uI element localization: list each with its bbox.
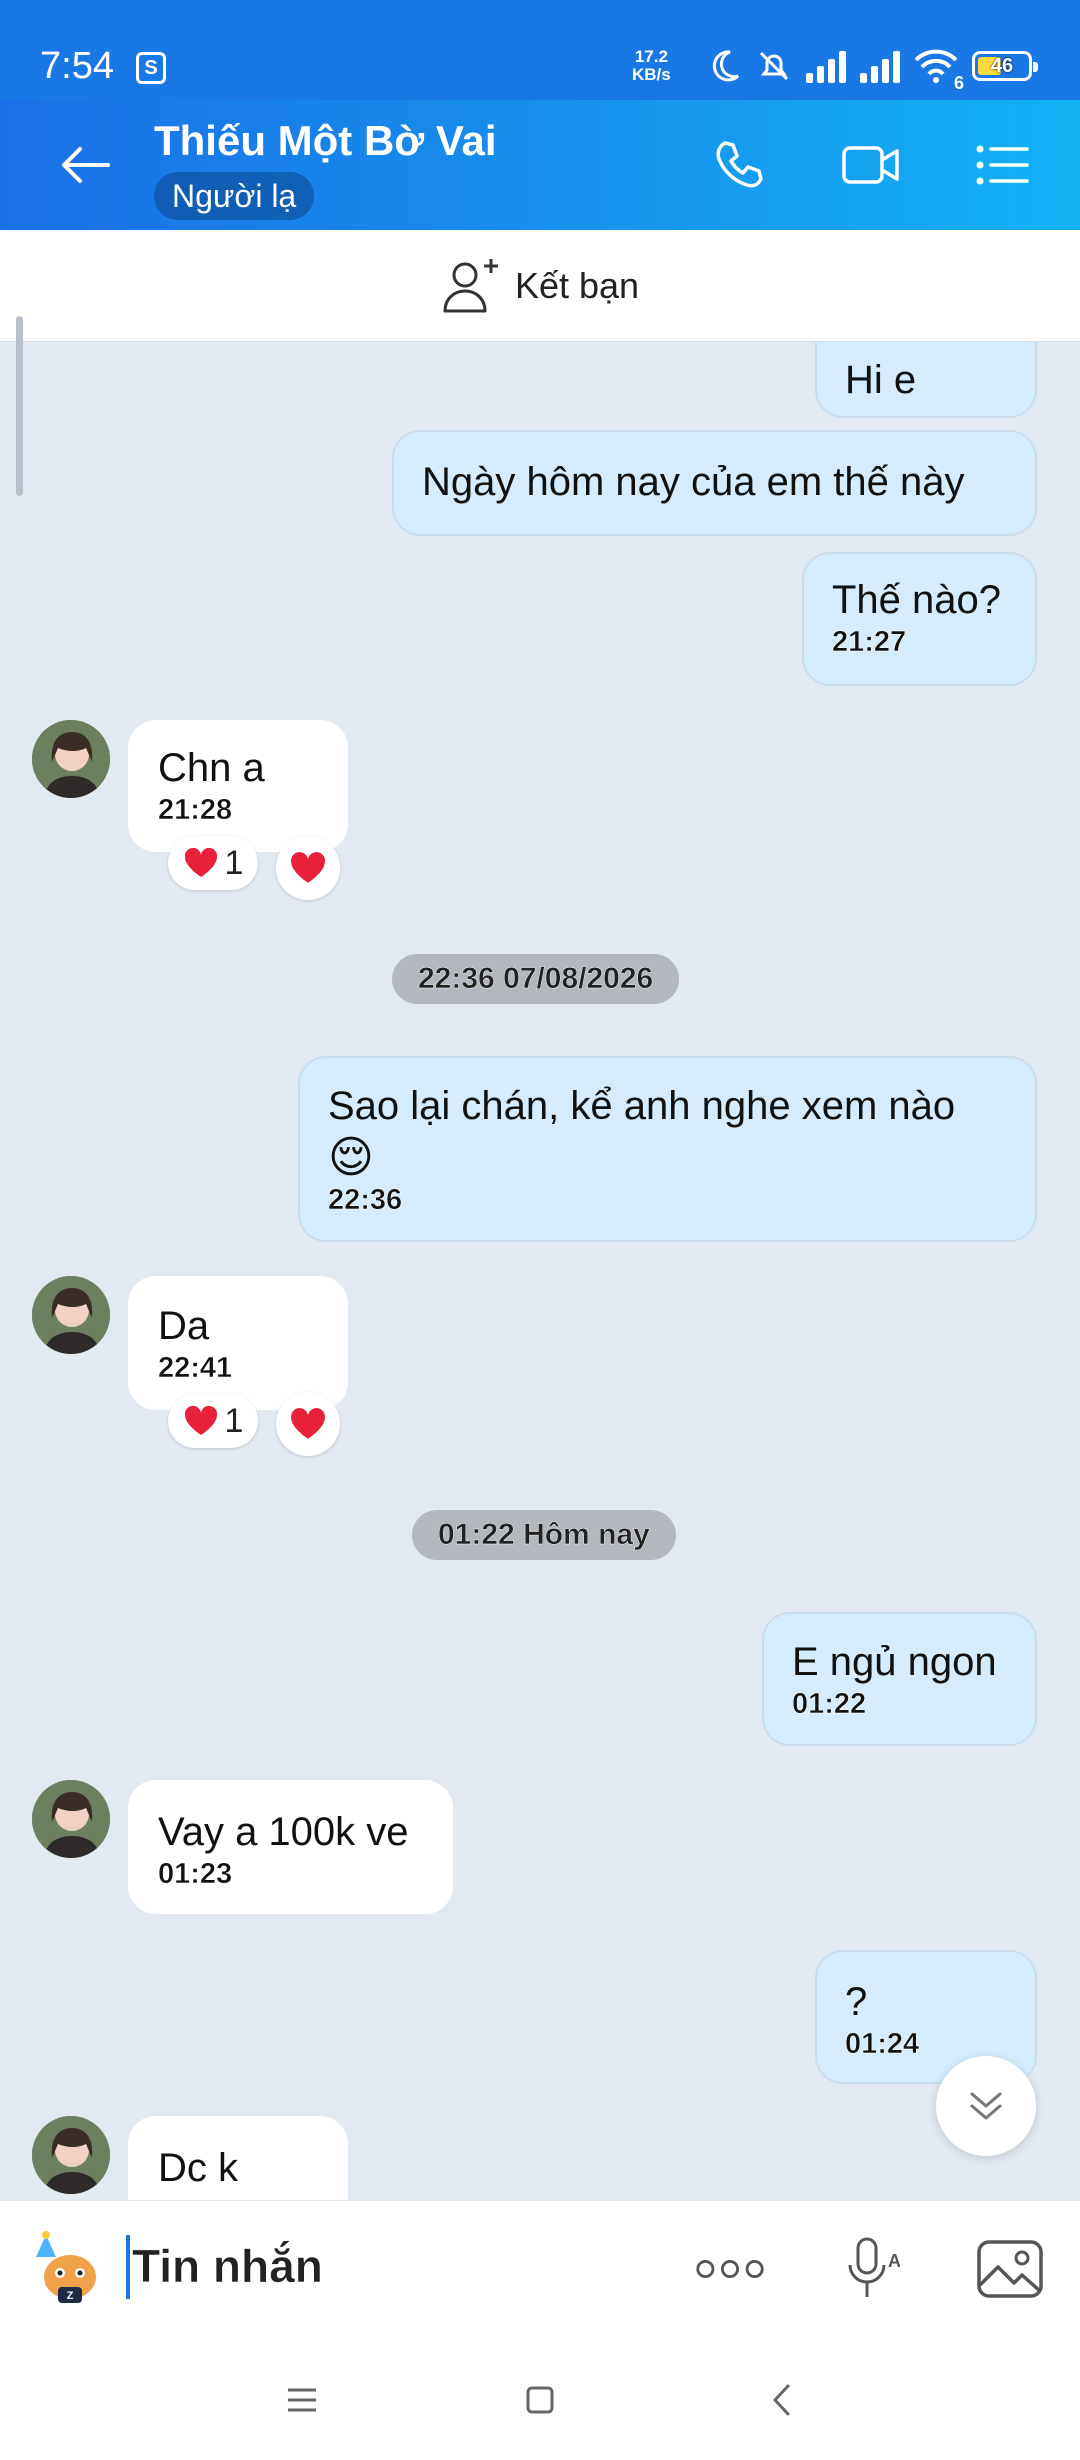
react-heart-button[interactable] xyxy=(276,836,340,900)
shopee-icon: S xyxy=(136,52,166,84)
reaction-summary[interactable]: 1 xyxy=(168,836,258,890)
heart-icon xyxy=(291,1408,325,1439)
back-arrow-icon xyxy=(62,147,110,183)
stranger-badge: Người lạ xyxy=(154,172,315,220)
avatar[interactable] xyxy=(32,1780,110,1858)
message-bubble-outgoing[interactable]: Hi e xyxy=(815,342,1037,418)
system-nav-bar xyxy=(0,2330,1080,2460)
reaction-summary[interactable]: 1 xyxy=(168,1394,258,1448)
phone-icon xyxy=(716,141,763,188)
video-icon xyxy=(842,146,899,184)
battery-icon: 46 xyxy=(972,51,1038,81)
message-time: 22:41 xyxy=(158,1352,233,1385)
signal-icon xyxy=(860,49,900,83)
chat-header: Thiếu Một Bờ Vai Người lạ xyxy=(0,100,1080,230)
system-back-button[interactable] xyxy=(752,2370,812,2430)
svg-text:A: A xyxy=(888,2251,900,2271)
chat-area[interactable]: Hi e Ngày hôm nay của em thế này Thế nào… xyxy=(0,342,1080,2200)
status-bar: 7:54 S 17.2 KB/s 6 46 xyxy=(0,0,1080,100)
more-icon xyxy=(696,2260,764,2278)
message-bubble-outgoing[interactable]: E ngủ ngon 01:22 xyxy=(762,1612,1037,1746)
date-divider: 22:36 07/08/2026 xyxy=(392,954,680,1004)
recents-button[interactable] xyxy=(272,2370,332,2430)
back-button[interactable] xyxy=(50,135,120,195)
message-bubble-incoming[interactable]: Da 22:41 xyxy=(128,1276,348,1410)
message-bubble-outgoing[interactable]: Thế nào? 21:27 xyxy=(802,552,1037,686)
image-button[interactable] xyxy=(974,2233,1046,2305)
double-chevron-down-icon xyxy=(970,2092,1002,2120)
home-button[interactable] xyxy=(510,2370,570,2430)
message-time: 21:28 xyxy=(158,794,233,827)
message-time: 01:23 xyxy=(158,1858,233,1891)
home-square-icon xyxy=(526,2386,554,2414)
wifi-icon: 6 xyxy=(914,48,964,93)
svg-text:Z: Z xyxy=(67,2290,74,2302)
heart-icon xyxy=(184,1405,217,1435)
message-input[interactable] xyxy=(132,2231,652,2301)
add-friend-label: Kết bạn xyxy=(514,264,640,306)
avatar[interactable] xyxy=(32,2116,110,2194)
image-icon xyxy=(977,2240,1043,2298)
menu-icon xyxy=(288,2388,316,2412)
list-icon xyxy=(976,145,1029,185)
message-bubble-outgoing[interactable]: Ngày hôm nay của em thế này xyxy=(392,430,1037,536)
date-divider: 01:22 Hôm nay xyxy=(412,1510,676,1560)
status-time: 7:54 xyxy=(40,45,114,87)
message-time: 21:27 xyxy=(832,626,907,659)
more-button[interactable] xyxy=(694,2233,766,2305)
add-friend-button[interactable]: Kết bạn xyxy=(0,230,1080,342)
avatar[interactable] xyxy=(32,1276,110,1354)
heart-icon xyxy=(291,852,325,883)
signal-icon xyxy=(806,49,846,83)
message-bubble-outgoing[interactable]: Sao lại chán, kể anh nghe xem nào 😌 22:3… xyxy=(298,1056,1037,1242)
sticker-button[interactable]: Z xyxy=(32,2231,102,2303)
voice-icon: A xyxy=(848,2237,900,2297)
message-time: 01:22 xyxy=(792,1688,867,1721)
menu-button[interactable] xyxy=(968,130,1038,200)
network-speed: 17.2 KB/s xyxy=(632,47,671,84)
add-user-icon xyxy=(443,258,498,312)
avatar[interactable] xyxy=(32,720,110,798)
message-bubble-incoming[interactable]: Vay a 100k ve 01:23 xyxy=(128,1780,453,1914)
mute-icon xyxy=(759,51,789,81)
message-bubble-incoming[interactable]: Dc k xyxy=(128,2116,348,2200)
chevron-left-icon xyxy=(773,2384,790,2416)
call-button[interactable] xyxy=(704,130,774,200)
heart-icon xyxy=(184,847,217,877)
message-bubble-incoming[interactable]: Chn a 21:28 xyxy=(128,720,348,852)
emoji: 😌 xyxy=(328,1133,374,1182)
sticker-icon: Z xyxy=(36,2231,96,2303)
voice-button[interactable]: A xyxy=(836,2233,908,2305)
video-call-button[interactable] xyxy=(836,130,906,200)
message-composer: Z A xyxy=(0,2200,1080,2330)
react-heart-button[interactable] xyxy=(276,1392,340,1456)
moon-icon xyxy=(712,50,740,82)
message-time: 22:36 xyxy=(328,1184,403,1217)
contact-name[interactable]: Thiếu Một Bờ Vai xyxy=(154,116,497,166)
scroll-to-bottom-button[interactable] xyxy=(936,2056,1036,2156)
